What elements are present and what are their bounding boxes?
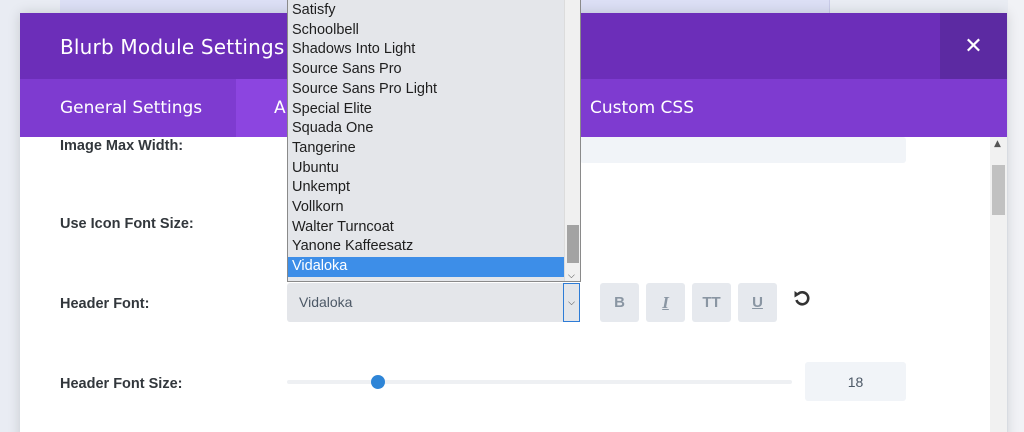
image-max-width-input[interactable] bbox=[580, 137, 906, 163]
dropdown-scroll-thumb[interactable] bbox=[567, 225, 579, 263]
list-item[interactable]: Vidaloka bbox=[288, 257, 564, 277]
list-item[interactable]: Shadows Into Light bbox=[288, 40, 564, 60]
list-item[interactable]: Source Sans Pro Light bbox=[288, 80, 564, 100]
list-item[interactable]: Ubuntu bbox=[288, 159, 564, 179]
dropdown-scrollbar[interactable]: ⌵ bbox=[564, 0, 580, 281]
close-button[interactable]: ✕ bbox=[940, 13, 1007, 79]
header-font-size-label: Header Font Size: bbox=[60, 376, 183, 392]
underline-button[interactable]: U bbox=[738, 283, 777, 322]
modal-title: Blurb Module Settings bbox=[60, 35, 285, 59]
image-max-width-label: Image Max Width: bbox=[60, 138, 184, 154]
font-dropdown-list[interactable]: Sarina SatisfySchoolbellShadows Into Lig… bbox=[287, 0, 581, 282]
list-item[interactable]: Squada One bbox=[288, 119, 564, 139]
scroll-up-icon[interactable]: ▲ bbox=[994, 139, 1001, 149]
list-item[interactable]: Walter Turncoat bbox=[288, 218, 564, 238]
scrollbar-thumb[interactable] bbox=[992, 165, 1005, 215]
list-item[interactable]: Unkempt bbox=[288, 178, 564, 198]
close-icon: ✕ bbox=[964, 33, 983, 59]
list-item[interactable]: Vollkorn bbox=[288, 198, 564, 218]
chevron-down-icon[interactable]: ⌵ bbox=[568, 271, 575, 281]
header-font-label: Header Font: bbox=[60, 296, 150, 312]
header-font-size-slider[interactable] bbox=[287, 380, 792, 384]
list-item[interactable]: Tangerine bbox=[288, 139, 564, 159]
list-item[interactable]: Source Sans Pro bbox=[288, 60, 564, 80]
tab-general-settings[interactable]: General Settings bbox=[20, 79, 236, 137]
chevron-down-icon[interactable]: ⌵ bbox=[563, 283, 580, 322]
header-font-select[interactable]: Vidaloka ⌵ bbox=[287, 283, 580, 322]
header-font-value: Vidaloka bbox=[299, 294, 353, 310]
reset-icon[interactable] bbox=[790, 287, 814, 311]
list-item[interactable]: Schoolbell bbox=[288, 21, 564, 41]
list-item[interactable]: Satisfy bbox=[288, 1, 564, 21]
italic-label: I bbox=[662, 292, 669, 312]
slider-handle[interactable] bbox=[371, 375, 385, 389]
italic-button[interactable]: I bbox=[646, 283, 685, 322]
background-right bbox=[1008, 0, 1024, 432]
modal-scrollbar[interactable]: ▲ ▼ bbox=[990, 137, 1007, 432]
uppercase-button[interactable]: TT bbox=[692, 283, 731, 322]
header-font-size-input[interactable]: 18 bbox=[805, 362, 906, 401]
list-item[interactable]: Special Elite bbox=[288, 100, 564, 120]
use-icon-font-size-label: Use Icon Font Size: bbox=[60, 216, 194, 232]
tab-custom-css[interactable]: Custom CSS bbox=[590, 79, 694, 137]
bold-button[interactable]: B bbox=[600, 283, 639, 322]
list-item[interactable]: Yanone Kaffeesatz bbox=[288, 237, 564, 257]
